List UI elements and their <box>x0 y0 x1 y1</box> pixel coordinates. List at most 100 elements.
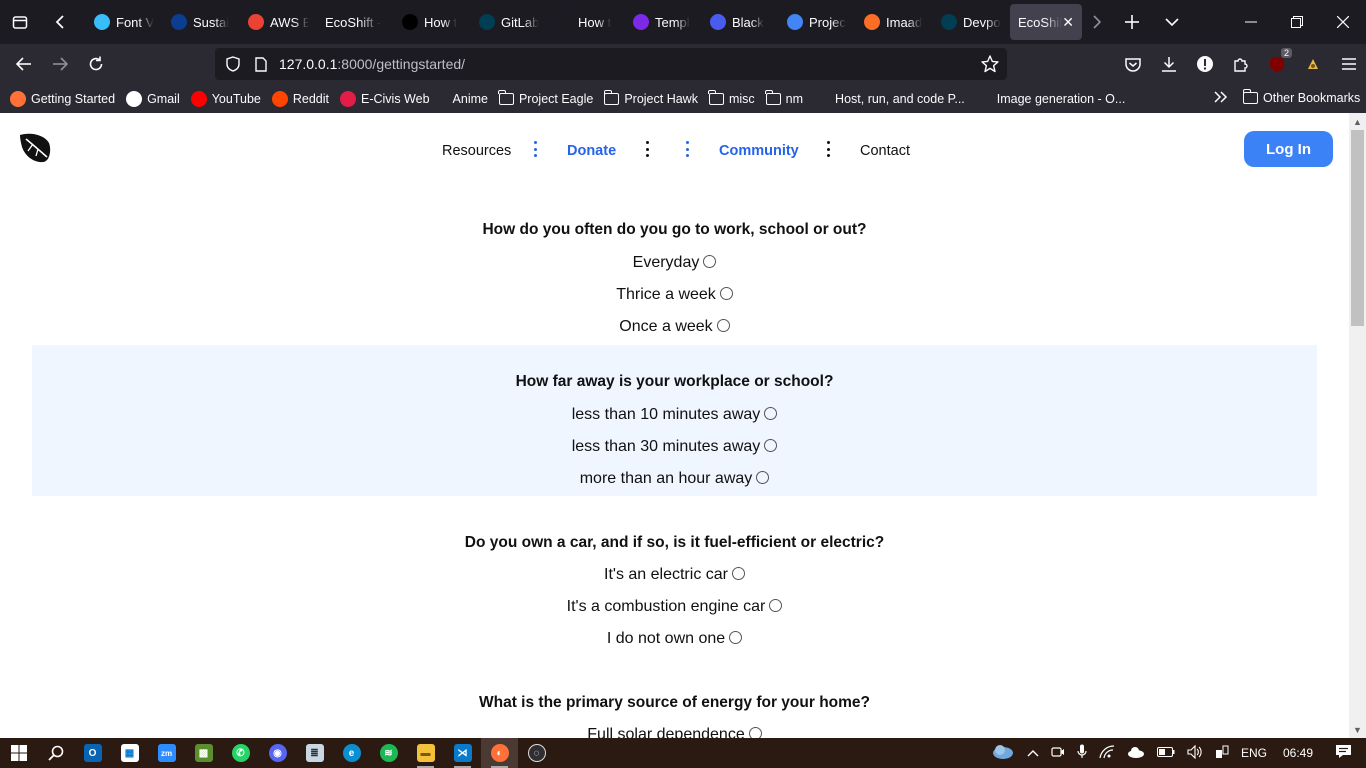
scrollbar-thumb[interactable] <box>1351 130 1364 326</box>
onedrive-cloud-icon[interactable] <box>1127 746 1145 761</box>
extensions-puzzle-icon[interactable] <box>1223 46 1259 82</box>
volume-icon[interactable] <box>1187 744 1203 762</box>
close-tab-icon[interactable]: ✕ <box>1062 14 1074 31</box>
file-explorer-icon[interactable]: ▬ <box>407 738 444 768</box>
ublock-icon[interactable]: 2 <box>1259 46 1295 82</box>
tablet-mode-icon[interactable] <box>1215 745 1229 762</box>
scroll-tabs-right-icon[interactable] <box>1082 0 1112 44</box>
option-row[interactable]: Thrice a week <box>32 286 1317 304</box>
bookmark-item[interactable]: Host, run, and code P... <box>814 90 965 107</box>
notepad-icon[interactable]: ≣ <box>296 738 333 768</box>
minecraft-icon[interactable]: ▩ <box>185 738 222 768</box>
scroll-down-arrow-icon[interactable]: ▼ <box>1349 721 1366 738</box>
radio-button[interactable] <box>703 255 717 268</box>
wifi-icon[interactable] <box>1099 744 1115 762</box>
firefox-icon[interactable]: ◐ <box>481 738 518 768</box>
notifications-icon[interactable] <box>1335 744 1352 762</box>
browser-tab[interactable]: How t <box>548 4 625 40</box>
option-row[interactable]: It's an electric car <box>32 566 1317 584</box>
browser-tab[interactable]: Projec <box>779 4 856 40</box>
nav-contact-link[interactable]: Contact <box>860 143 910 159</box>
bookmark-star-icon[interactable] <box>981 55 999 76</box>
new-tab-icon[interactable] <box>1112 0 1152 44</box>
radio-button[interactable] <box>731 567 745 580</box>
option-row[interactable]: Full solar dependence <box>32 726 1317 738</box>
obs-icon[interactable]: ◌ <box>518 738 555 768</box>
tab-list-icon[interactable] <box>0 0 40 44</box>
browser-tab[interactable]: Devpo <box>933 4 1010 40</box>
input-language[interactable]: ENG <box>1241 746 1267 760</box>
other-bookmarks[interactable]: Other Bookmarks <box>1242 89 1360 105</box>
minimize-icon[interactable] <box>1228 0 1274 44</box>
browser-tab[interactable]: Sustai <box>163 4 240 40</box>
pocket-icon[interactable] <box>1115 46 1151 82</box>
browser-tab[interactable]: Font V <box>86 4 163 40</box>
bookmark-item[interactable]: Project Eagle <box>498 89 593 106</box>
bookmark-item[interactable]: Anime <box>441 92 488 106</box>
page-icon[interactable] <box>249 56 273 72</box>
browser-tab[interactable]: GitLab <box>471 4 548 40</box>
option-row[interactable]: more than an hour away <box>32 470 1317 488</box>
more-bookmarks-chevron-icon[interactable] <box>1213 90 1229 109</box>
bookmark-item[interactable]: YouTube <box>190 90 261 107</box>
bookmark-item[interactable]: Getting Started <box>10 90 115 107</box>
bookmark-item[interactable]: E-Civis Web <box>340 90 430 107</box>
microphone-icon[interactable] <box>1077 744 1087 762</box>
browser-tab[interactable]: Imaad <box>856 4 933 40</box>
url-text[interactable]: 127.0.0.1:8000/gettingstarted/ <box>279 56 465 72</box>
restore-icon[interactable] <box>1274 0 1320 44</box>
whatsapp-icon[interactable]: ✆ <box>222 738 259 768</box>
meet-now-icon[interactable] <box>1051 745 1065 762</box>
list-all-tabs-icon[interactable] <box>1152 0 1192 44</box>
nav-donate-link[interactable]: Donate <box>567 143 616 159</box>
radio-button[interactable] <box>764 407 778 420</box>
browser-tab[interactable]: EcoShift - <box>317 4 394 40</box>
forward-icon[interactable] <box>42 46 78 82</box>
option-row[interactable]: It's a combustion engine car <box>32 598 1317 616</box>
bookmark-item[interactable]: misc <box>708 89 755 106</box>
browser-tab[interactable]: How t <box>394 4 471 40</box>
vscode-icon[interactable]: ⋊ <box>444 738 481 768</box>
browser-tab[interactable]: Black <box>702 4 779 40</box>
battery-icon[interactable] <box>1156 746 1175 760</box>
search-icon[interactable] <box>37 738 74 768</box>
clock-time[interactable]: 06:49 <box>1283 746 1313 760</box>
bookmark-item[interactable]: Image generation - O... <box>975 90 1125 107</box>
browser-tab[interactable]: Templ <box>625 4 702 40</box>
community-kebab-icon[interactable] <box>826 141 830 157</box>
gold-extension-icon[interactable] <box>1295 46 1331 82</box>
radio-button[interactable] <box>769 599 783 612</box>
option-row[interactable]: Everyday <box>32 254 1317 272</box>
app-menu-icon[interactable] <box>1331 46 1366 82</box>
donate-kebab-icon[interactable] <box>645 141 649 157</box>
info-extension-icon[interactable] <box>1187 46 1223 82</box>
option-row[interactable]: less than 30 minutes away <box>32 438 1317 456</box>
start-windows-icon[interactable] <box>0 738 37 768</box>
login-button[interactable]: Log In <box>1244 131 1333 167</box>
bookmark-item[interactable]: Project Hawk <box>603 89 698 106</box>
radio-button[interactable] <box>756 471 770 484</box>
page-scrollbar[interactable]: ▲ ▼ <box>1349 113 1366 738</box>
zoom-icon[interactable]: zm <box>148 738 185 768</box>
community-leading-kebab-icon[interactable] <box>685 141 689 157</box>
scroll-up-arrow-icon[interactable]: ▲ <box>1349 113 1366 130</box>
nav-resources-link[interactable]: Resources <box>442 143 511 159</box>
url-bar[interactable]: 127.0.0.1:8000/gettingstarted/ <box>215 48 1007 80</box>
radio-button[interactable] <box>764 439 778 452</box>
back-icon[interactable] <box>6 46 42 82</box>
option-row[interactable]: less than 10 minutes away <box>32 406 1317 424</box>
edge-icon[interactable]: e <box>333 738 370 768</box>
scroll-tabs-left-icon[interactable] <box>40 0 80 44</box>
browser-tab-active[interactable]: EcoShif ✕ <box>1010 4 1082 40</box>
radio-button[interactable] <box>716 319 730 332</box>
microsoft-store-icon[interactable]: ▦ <box>111 738 148 768</box>
show-hidden-icons-chevron-icon[interactable] <box>1027 746 1039 760</box>
weather-cloud-icon[interactable] <box>991 743 1015 764</box>
reload-icon[interactable] <box>78 46 114 82</box>
option-row[interactable]: Once a week <box>32 318 1317 336</box>
radio-button[interactable] <box>719 287 733 300</box>
outlook-icon[interactable]: O <box>74 738 111 768</box>
close-window-icon[interactable] <box>1320 0 1366 44</box>
radio-button[interactable] <box>748 727 762 738</box>
bookmark-item[interactable]: Reddit <box>271 90 329 107</box>
